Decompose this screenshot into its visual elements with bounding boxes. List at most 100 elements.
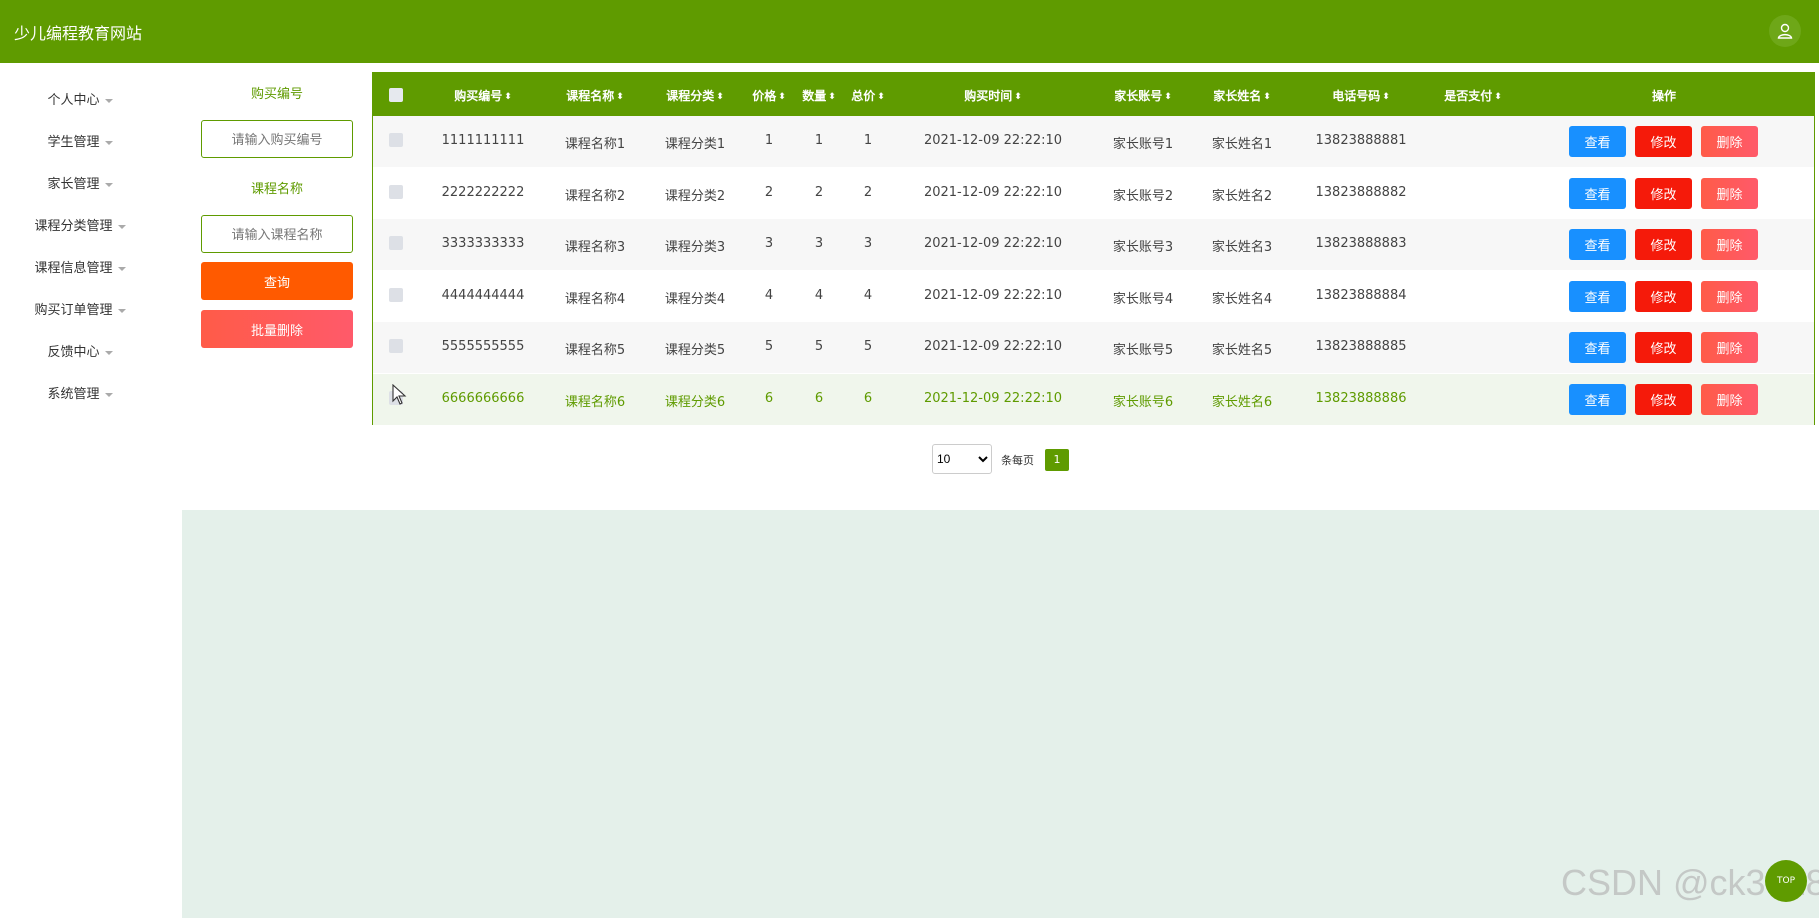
header-label: 数量	[802, 89, 827, 103]
sidebar-item-profile[interactable]: 个人中心	[0, 89, 160, 108]
purchase-no-input[interactable]	[201, 120, 353, 158]
cell-quantity: 5	[814, 339, 824, 354]
batch-delete-button[interactable]: 批量删除	[201, 310, 353, 348]
cell-parent-name: 家长姓名2	[1211, 188, 1273, 204]
header-price[interactable]: 价格 ⬍	[752, 87, 786, 104]
select-all-checkbox[interactable]	[389, 88, 403, 102]
cell-parent-name: 家长姓名4	[1211, 291, 1273, 307]
row-checkbox[interactable]	[389, 287, 403, 302]
sort-icon: ⬍	[1382, 92, 1390, 102]
caret-down-icon	[104, 98, 113, 103]
view-button[interactable]: 查看	[1569, 229, 1626, 260]
user-icon-glyph	[1777, 23, 1793, 39]
cell-quantity: 1	[814, 133, 824, 148]
row-checkbox[interactable]	[389, 236, 403, 250]
table-row[interactable]: 6666666666 课程名称6 课程分类6 6 6 6 2021-12-09 22:22:…	[373, 373, 1814, 425]
row-checkbox[interactable]	[389, 339, 403, 353]
header-paid[interactable]: 是否支付 ⬍	[1444, 87, 1502, 104]
sidebar-item-label: 学生管理	[47, 135, 100, 150]
cell-quantity: 4	[814, 287, 824, 303]
table-row[interactable]: 4444444444 课程名称4 课程分类4 4 4 4 2021-12-09 22:22:…	[373, 270, 1814, 322]
sidebar-item-course-categories[interactable]: 课程分类管理	[0, 215, 160, 234]
view-button[interactable]: 查看	[1569, 126, 1626, 157]
cell-parent-name: 家长姓名5	[1211, 343, 1273, 358]
header-total[interactable]: 总价 ⬍	[851, 87, 885, 104]
cell-price: 3	[764, 236, 774, 251]
cell-phone: 13823888882	[1315, 184, 1407, 200]
cell-total: 3	[863, 236, 873, 251]
cell-price: 6	[764, 390, 774, 406]
header-label: 课程名称	[566, 89, 615, 103]
header-label: 家长账号	[1114, 89, 1163, 103]
header-course-category[interactable]: 课程分类 ⬍	[666, 87, 724, 104]
cell-total: 2	[863, 184, 873, 200]
edit-button[interactable]: 修改	[1635, 280, 1692, 312]
delete-button[interactable]: 删除	[1701, 332, 1758, 363]
cell-total: 4	[863, 287, 873, 303]
row-checkbox[interactable]	[389, 184, 403, 199]
cell-course-name: 课程名称2	[564, 188, 626, 204]
edit-button[interactable]: 修改	[1635, 126, 1692, 157]
edit-button[interactable]: 修改	[1635, 177, 1692, 209]
cell-total: 5	[863, 339, 873, 354]
back-to-top-button[interactable]: TOP	[1765, 860, 1807, 902]
course-name-input[interactable]	[201, 215, 353, 253]
view-button[interactable]: 查看	[1569, 383, 1626, 415]
view-button[interactable]: 查看	[1569, 177, 1626, 209]
table-header: 购买编号 ⬍ 课程名称 ⬍ 课程分类 ⬍ 价格 ⬍ 数量 ⬍ 总价 ⬍ 购买时间 ⬍ 家长账号…	[373, 73, 1814, 116]
header-phone[interactable]: 电话号码 ⬍	[1332, 87, 1390, 104]
cell-course-name: 课程名称6	[564, 394, 626, 410]
caret-down-icon	[104, 392, 113, 397]
sidebar-item-parents[interactable]: 家长管理	[0, 173, 160, 192]
table-row[interactable]: 5555555555 课程名称5 课程分类5 5 5 5 2021-12-09 22:22:…	[373, 322, 1814, 373]
header-purchase-no[interactable]: 购买编号 ⬍	[454, 87, 512, 104]
delete-button[interactable]: 删除	[1701, 126, 1758, 157]
cell-price: 4	[764, 287, 774, 303]
header-quantity[interactable]: 数量 ⬍	[802, 87, 836, 104]
header-course-name[interactable]: 课程名称 ⬍	[566, 87, 624, 104]
edit-button[interactable]: 修改	[1635, 332, 1692, 363]
table-row[interactable]: 3333333333 课程名称3 课程分类3 3 3 3 2021-12-09 22:22:…	[373, 219, 1814, 270]
sidebar-item-label: 反馈中心	[47, 345, 100, 360]
cell-quantity: 3	[814, 236, 824, 251]
header-actions: 操作	[1651, 89, 1677, 103]
table-row[interactable]: 2222222222 课程名称2 课程分类2 2 2 2 2021-12-09 22:22:…	[373, 167, 1814, 219]
sidebar-item-purchase-orders[interactable]: 购买订单管理	[0, 299, 160, 318]
delete-button[interactable]: 删除	[1701, 383, 1758, 415]
table-row[interactable]: 1111111111 课程名称1 课程分类1 1 1 1 2021-12-09 22:22:…	[373, 116, 1814, 167]
header-label: 购买编号	[454, 89, 503, 103]
sidebar-item-students[interactable]: 学生管理	[0, 131, 160, 150]
delete-button[interactable]: 删除	[1701, 177, 1758, 209]
row-checkbox[interactable]	[389, 133, 403, 147]
sidebar-item-course-info[interactable]: 课程信息管理	[0, 257, 160, 276]
sidebar-item-feedback[interactable]: 反馈中心	[0, 341, 160, 360]
edit-button[interactable]: 修改	[1635, 229, 1692, 260]
delete-button[interactable]: 删除	[1701, 280, 1758, 312]
delete-button[interactable]: 删除	[1701, 229, 1758, 260]
cell-quantity: 2	[814, 184, 824, 200]
header-parent-account[interactable]: 家长账号 ⬍	[1114, 87, 1172, 104]
query-button[interactable]: 查询	[201, 262, 353, 300]
header-label: 总价	[851, 89, 876, 103]
sidebar-item-label: 家长管理	[47, 177, 100, 192]
page-size-select[interactable]: 10	[932, 444, 992, 474]
view-button[interactable]: 查看	[1569, 332, 1626, 363]
cell-purchase-time: 2021-12-09 22:22:10	[923, 390, 1063, 406]
header-parent-name[interactable]: 家长姓名 ⬍	[1213, 87, 1271, 104]
page-number-current[interactable]: 1	[1045, 449, 1069, 471]
sidebar-item-system[interactable]: 系统管理	[0, 383, 160, 402]
view-button[interactable]: 查看	[1569, 280, 1626, 312]
header-purchase-time[interactable]: 购买时间 ⬍	[964, 87, 1022, 104]
cell-course-name: 课程名称1	[564, 137, 626, 152]
edit-button[interactable]: 修改	[1635, 383, 1692, 415]
sort-icon: ⬍	[1494, 92, 1502, 102]
user-icon[interactable]	[1769, 15, 1801, 47]
cell-phone: 13823888883	[1315, 236, 1407, 251]
cell-total: 6	[863, 390, 873, 406]
cell-price: 5	[764, 339, 774, 354]
header-label: 家长姓名	[1213, 89, 1262, 103]
cell-parent-name: 家长姓名1	[1211, 137, 1273, 152]
sort-icon: ⬍	[877, 92, 885, 102]
cell-parent-account: 家长账号3	[1112, 240, 1174, 255]
cell-purchase-time: 2021-12-09 22:22:10	[923, 339, 1063, 354]
